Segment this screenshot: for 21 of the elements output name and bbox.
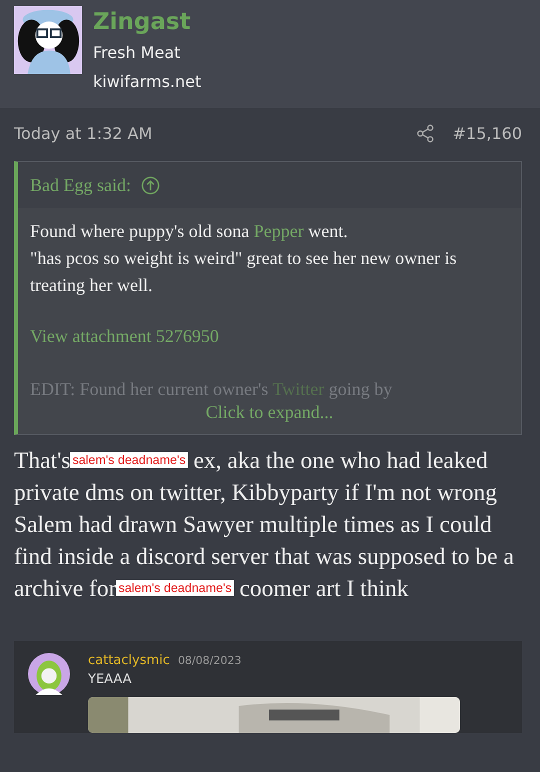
post-text: Salem had drawn Sawyer multiple times as I could find inside a discord server that was supposed to be a archive for$^{salem's deadname's}$ coomer art I think [14, 511, 515, 604]
quote-text: Found where puppy's old sona Pepper went. [30, 220, 349, 243]
message-date: 08/08/2023 [178, 654, 242, 667]
user-site: kiwifarms.net [93, 71, 202, 93]
share-icon[interactable] [416, 124, 435, 142]
redaction-label: salem's deadname's [70, 452, 188, 468]
redaction-label: salem's deadname's [116, 580, 234, 596]
attachment-link[interactable]: View attachment 5276950 [30, 323, 509, 350]
post-time[interactable]: Today at 1:32 AM [14, 124, 152, 142]
user-title: Fresh Meat [93, 42, 182, 64]
quote-text: "has pcos so weight is weird" great to see her new owner is treating her well. [30, 247, 458, 297]
post-number[interactable]: #15,160 [452, 124, 522, 142]
post-text: That's$^{salem's deadname's}$ ex, aka the one who had leaked private dms on twitter, Kibbyparty if I'm not wrong [14, 447, 498, 508]
avatar-image [28, 653, 70, 695]
message-text: YEAAA [88, 672, 133, 687]
expand-link[interactable]: Click to expand... [206, 402, 334, 422]
quote-author[interactable]: Bad Egg said: [30, 174, 131, 196]
username[interactable]: Zingast [93, 6, 202, 38]
quote-link[interactable]: Pepper [254, 221, 304, 241]
avatar-image [14, 6, 82, 74]
message-author[interactable]: cattaclysmic [88, 653, 170, 668]
